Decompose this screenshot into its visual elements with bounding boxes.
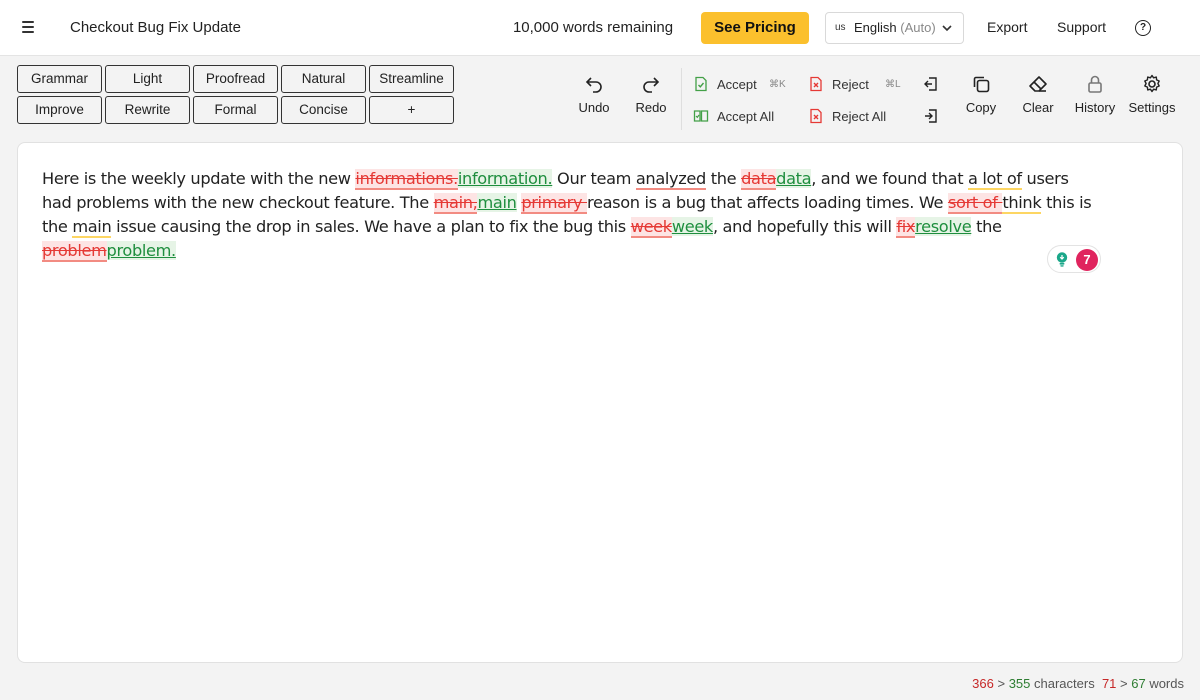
reject-button[interactable]: Reject ⌘L xyxy=(808,76,908,94)
export-button[interactable]: Export xyxy=(987,19,1027,35)
mode-streamline-button[interactable]: Streamline xyxy=(369,65,454,93)
top-bar: Checkout Bug Fix Update 10,000 words rem… xyxy=(0,0,1200,56)
flagged-word[interactable]: main xyxy=(72,217,112,238)
words-remaining: 10,000 words remaining xyxy=(498,12,688,44)
insertion[interactable]: week xyxy=(671,217,713,236)
deletion[interactable]: main, xyxy=(433,193,478,214)
insertion[interactable]: main xyxy=(477,193,517,212)
redo-label: Redo xyxy=(635,100,667,115)
us-flag-icon: us xyxy=(835,22,846,33)
chevron-down-icon xyxy=(942,25,952,32)
mode-light-button[interactable]: Light xyxy=(105,65,190,93)
flagged-phrase[interactable]: a lot of xyxy=(968,169,1022,190)
mode-concise-button[interactable]: Concise xyxy=(281,96,366,124)
copy-icon xyxy=(973,76,990,93)
mode-improve-button[interactable]: Improve xyxy=(17,96,102,124)
undo-label: Undo xyxy=(578,100,610,115)
deletion[interactable]: data xyxy=(741,169,776,190)
deletion[interactable]: sort of xyxy=(947,193,1003,214)
mode-rewrite-button[interactable]: Rewrite xyxy=(105,96,190,124)
reject-icon xyxy=(810,76,822,92)
accept-shortcut: ⌘K xyxy=(769,79,786,90)
accept-label: Accept xyxy=(717,77,757,92)
suggestions-badge[interactable]: 7 xyxy=(1047,245,1101,273)
eraser-icon xyxy=(1029,76,1047,92)
accept-icon xyxy=(695,76,707,92)
deletion[interactable]: fix xyxy=(896,217,915,238)
accept-button[interactable]: Accept ⌘K xyxy=(693,76,793,94)
reject-shortcut: ⌘L xyxy=(885,79,901,90)
flagged-word[interactable]: think xyxy=(1002,193,1042,214)
text-stats: 366 > 355 characters 71 > 67 words xyxy=(972,676,1184,691)
accept-all-icon xyxy=(693,110,709,122)
document-title[interactable]: Checkout Bug Fix Update xyxy=(70,19,241,36)
reject-label: Reject xyxy=(832,77,869,92)
document-text[interactable]: Here is the weekly update with the new i… xyxy=(42,167,1102,263)
mode-proofread-button[interactable]: Proofread xyxy=(193,65,278,93)
clear-button[interactable]: Clear xyxy=(1018,74,1058,115)
lock-icon xyxy=(1088,75,1102,93)
mode-natural-button[interactable]: Natural xyxy=(281,65,366,93)
history-label: History xyxy=(1074,100,1116,115)
language-mode: (Auto) xyxy=(900,20,936,35)
accept-all-button[interactable]: Accept All xyxy=(693,108,783,126)
settings-button[interactable]: Settings xyxy=(1127,74,1177,115)
redo-icon xyxy=(643,77,660,93)
clear-label: Clear xyxy=(1022,100,1054,115)
help-icon[interactable]: ? xyxy=(1135,20,1151,36)
mode-grammar-button[interactable]: Grammar xyxy=(17,65,102,93)
language-label: English (Auto) xyxy=(854,20,936,35)
settings-label: Settings xyxy=(1128,100,1176,115)
flagged-word[interactable]: analyzed xyxy=(635,169,706,190)
support-button[interactable]: Support xyxy=(1057,19,1106,35)
insertion[interactable]: resolve xyxy=(915,217,972,236)
import-right-icon[interactable] xyxy=(923,108,939,124)
suggestion-count: 7 xyxy=(1076,249,1098,271)
deletion[interactable]: informations. xyxy=(355,169,458,190)
insertion[interactable]: problem. xyxy=(106,241,176,260)
history-button[interactable]: History xyxy=(1073,74,1117,115)
editor-panel[interactable]: Here is the weekly update with the new i… xyxy=(17,142,1183,663)
add-mode-button[interactable]: + xyxy=(369,96,454,124)
deletion[interactable]: week xyxy=(630,217,672,238)
insertion[interactable]: data xyxy=(776,169,812,188)
reject-all-button[interactable]: Reject All xyxy=(808,108,898,126)
see-pricing-button[interactable]: See Pricing xyxy=(701,12,809,44)
toolbar-divider xyxy=(681,68,682,130)
reject-all-label: Reject All xyxy=(832,109,887,124)
reject-all-icon xyxy=(810,108,822,124)
undo-icon xyxy=(585,77,602,93)
copy-button[interactable]: Copy xyxy=(961,74,1001,115)
redo-button[interactable]: Redo xyxy=(631,74,671,115)
insertion[interactable]: information. xyxy=(457,169,553,188)
deletion[interactable]: problem xyxy=(42,241,107,262)
deletion[interactable]: primary xyxy=(521,193,588,214)
mode-formal-button[interactable]: Formal xyxy=(193,96,278,124)
gear-icon xyxy=(1144,74,1160,93)
accept-all-label: Accept All xyxy=(717,109,775,124)
lightbulb-icon xyxy=(1056,252,1068,267)
menu-icon[interactable] xyxy=(18,18,38,38)
language-select[interactable]: us English (Auto) xyxy=(825,12,964,44)
copy-label: Copy xyxy=(965,100,997,115)
import-left-icon[interactable] xyxy=(923,76,939,92)
undo-button[interactable]: Undo xyxy=(574,74,614,115)
